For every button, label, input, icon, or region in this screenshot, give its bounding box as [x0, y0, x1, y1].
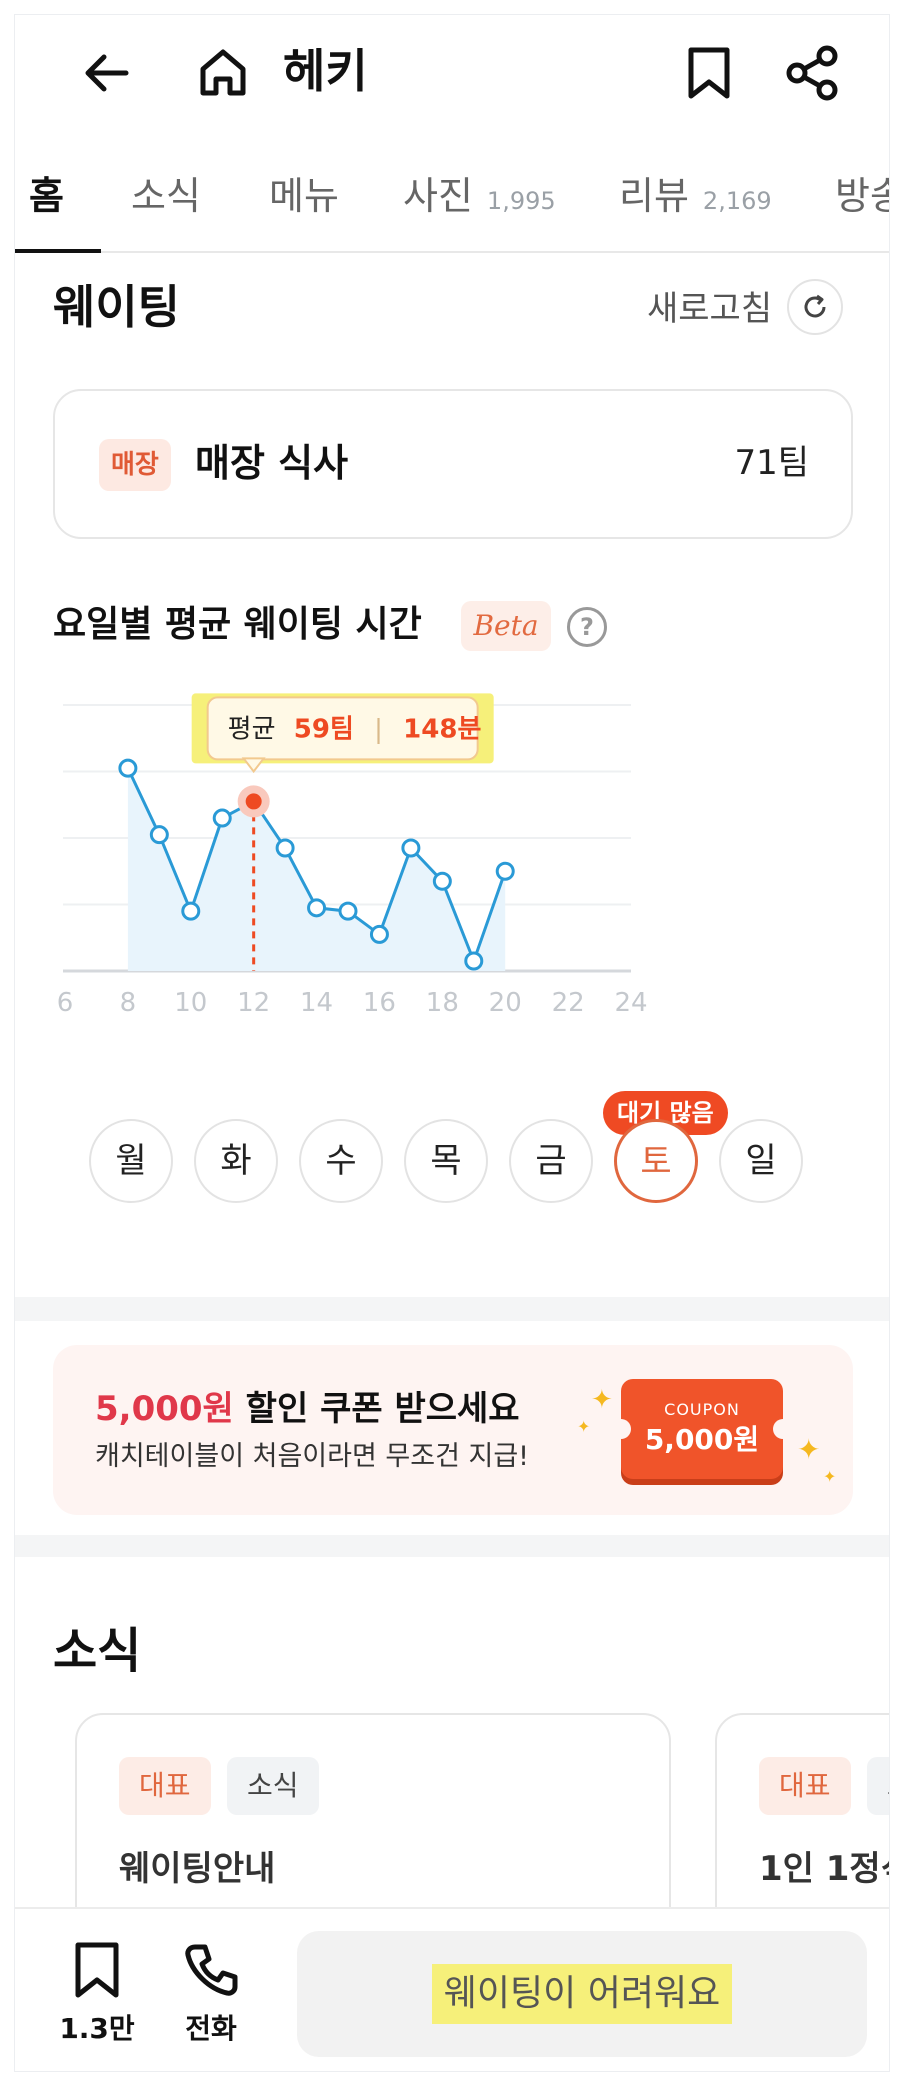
page-title: 헤키 [283, 44, 368, 98]
chart-point[interactable] [401, 838, 421, 858]
section-divider [15, 1297, 889, 1321]
bookmark-button[interactable]: 1.3만 [57, 1941, 137, 2049]
tooltip-text: 평균 59팀 | 148분 [228, 714, 482, 744]
chart-x-tick: 18 [426, 988, 459, 1018]
tag-representative: 대표 [759, 1757, 851, 1815]
coupon-label: COUPON [664, 1400, 740, 1419]
share-icon[interactable] [783, 43, 843, 103]
tooltip-prefix: 평균 [228, 714, 276, 744]
bottom-action-bar: 1.3만 전화 웨이팅이 어려워요 [15, 1907, 889, 2071]
chart-point[interactable] [275, 838, 295, 858]
chart-point[interactable] [307, 898, 327, 918]
chart-x-tick: 12 [237, 988, 270, 1018]
chart-x-tick: 16 [363, 988, 396, 1018]
tab-home[interactable]: 홈 [29, 171, 64, 221]
back-arrow-icon[interactable] [77, 43, 137, 103]
waiting-difficult-label: 웨이팅이 어려워요 [431, 1964, 733, 2024]
chart-tooltip: 평균 59팀 | 148분 [191, 693, 494, 774]
tab-reviews-count: 2,169 [702, 187, 772, 215]
bookmark-count: 1.3만 [59, 2012, 135, 2045]
tab-broadcast[interactable]: 방송 [835, 171, 889, 221]
tag-representative: 대표 [119, 1757, 211, 1815]
chart-point[interactable] [212, 808, 232, 828]
day-tue[interactable]: 화 [194, 1119, 278, 1203]
tab-active-indicator [15, 249, 101, 253]
tag-news: 소식 [227, 1757, 319, 1815]
day-sun[interactable]: 일 [719, 1119, 803, 1203]
tab-bar: 홈 소식 메뉴 사진1,995 리뷰2,169 방송 [15, 153, 889, 253]
phone-icon [185, 1944, 238, 1996]
tooltip-separator: | [374, 714, 383, 744]
tab-menu[interactable]: 메뉴 [269, 171, 339, 221]
app-frame: 헤키 홈 소식 메뉴 사진1,995 리뷰2,169 방송 웨이팅 새로고침 매… [14, 14, 890, 2072]
chart-x-tick: 20 [489, 988, 522, 1018]
tooltip-arrow [241, 757, 266, 774]
day-mon[interactable]: 월 [89, 1119, 173, 1203]
section-divider [15, 1535, 889, 1557]
news-title: 소식 [53, 1623, 142, 1679]
day-fri[interactable]: 금 [509, 1119, 593, 1203]
top-header: 헤키 [15, 15, 889, 125]
day-sat[interactable]: 토 [614, 1119, 698, 1203]
chart-point[interactable] [181, 901, 201, 921]
chart-point[interactable] [149, 825, 169, 845]
home-icon[interactable] [193, 43, 253, 103]
chart-point[interactable] [338, 901, 358, 921]
avg-wait-title: 요일별 평균 웨이팅 시간 [53, 604, 422, 645]
tab-photos-count: 1,995 [486, 187, 556, 215]
tab-reviews[interactable]: 리뷰 2,169 [619, 171, 772, 226]
coupon-value: 5,000원 [644, 1423, 760, 1456]
tab-photos[interactable]: 사진 1,995 [403, 171, 556, 226]
refresh-icon [804, 294, 826, 318]
help-icon[interactable]: ? [567, 607, 607, 647]
sparkle-icon: ✦ [591, 1385, 613, 1415]
tooltip-teams: 59팀 [294, 714, 354, 744]
coupon-ticket: COUPON 5,000원 [611, 1379, 793, 1479]
chart-point[interactable] [369, 924, 389, 944]
chart-x-tick: 8 [120, 988, 137, 1018]
day-thu[interactable]: 목 [404, 1119, 488, 1203]
refresh-label[interactable]: 새로고침 [647, 285, 772, 333]
store-dining-label: 매장 식사 [195, 441, 349, 485]
coupon-banner-title: 5,000원 할인 쿠폰 받으세요 [95, 1389, 520, 1429]
chart-point[interactable] [118, 758, 138, 778]
chart-x-tick: 22 [552, 988, 585, 1018]
day-wed[interactable]: 수 [299, 1119, 383, 1203]
waiting-team-count: 71팀 [734, 443, 809, 483]
bookmark-icon[interactable] [679, 43, 739, 103]
sparkle-icon: ✦ [577, 1417, 591, 1436]
news-card-title: 웨이팅안내 [119, 1849, 276, 1889]
chart-x-tick: 24 [614, 988, 647, 1018]
chart-point[interactable] [464, 951, 484, 971]
coupon-banner-subtitle: 캐치테이블이 처음이라면 무조건 지급! [95, 1441, 530, 1472]
chart-x-tick: 14 [300, 988, 333, 1018]
tab-news[interactable]: 소식 [131, 171, 201, 221]
chart-point[interactable] [432, 871, 452, 891]
chart-x-tick: 10 [174, 988, 207, 1018]
waiting-title: 웨이팅 [53, 280, 180, 334]
refresh-button[interactable] [787, 279, 843, 335]
sparkle-icon: ✦ [797, 1433, 821, 1466]
beta-badge: Beta [461, 601, 551, 651]
chart-point[interactable] [495, 861, 515, 881]
news-card-title: 1인 1정식 [759, 1849, 889, 1889]
waiting-difficult-button[interactable]: 웨이팅이 어려워요 [297, 1931, 867, 2057]
sparkle-icon: ✦ [823, 1467, 837, 1486]
call-button[interactable]: 전화 [171, 1941, 251, 2049]
tooltip-minutes: 148분 [403, 714, 481, 744]
chart-area-fill [127, 768, 506, 971]
chart-point-highlight[interactable] [245, 793, 262, 810]
call-label: 전화 [185, 2012, 237, 2045]
avg-wait-chart: 6 8 10 12 14 16 18 20 22 24 평균 59팀 | 148분 [57, 693, 648, 1018]
coupon-banner[interactable]: 5,000원 할인 쿠폰 받으세요 캐치테이블이 처음이라면 무조건 지급! ✦… [53, 1345, 853, 1515]
tag-news: 소 [867, 1757, 889, 1815]
bookmark-icon [75, 1942, 119, 1998]
chart-x-tick: 6 [57, 988, 74, 1018]
store-badge: 매장 [99, 439, 171, 491]
store-dining-card[interactable]: 매장 매장 식사 71팀 [53, 389, 853, 539]
